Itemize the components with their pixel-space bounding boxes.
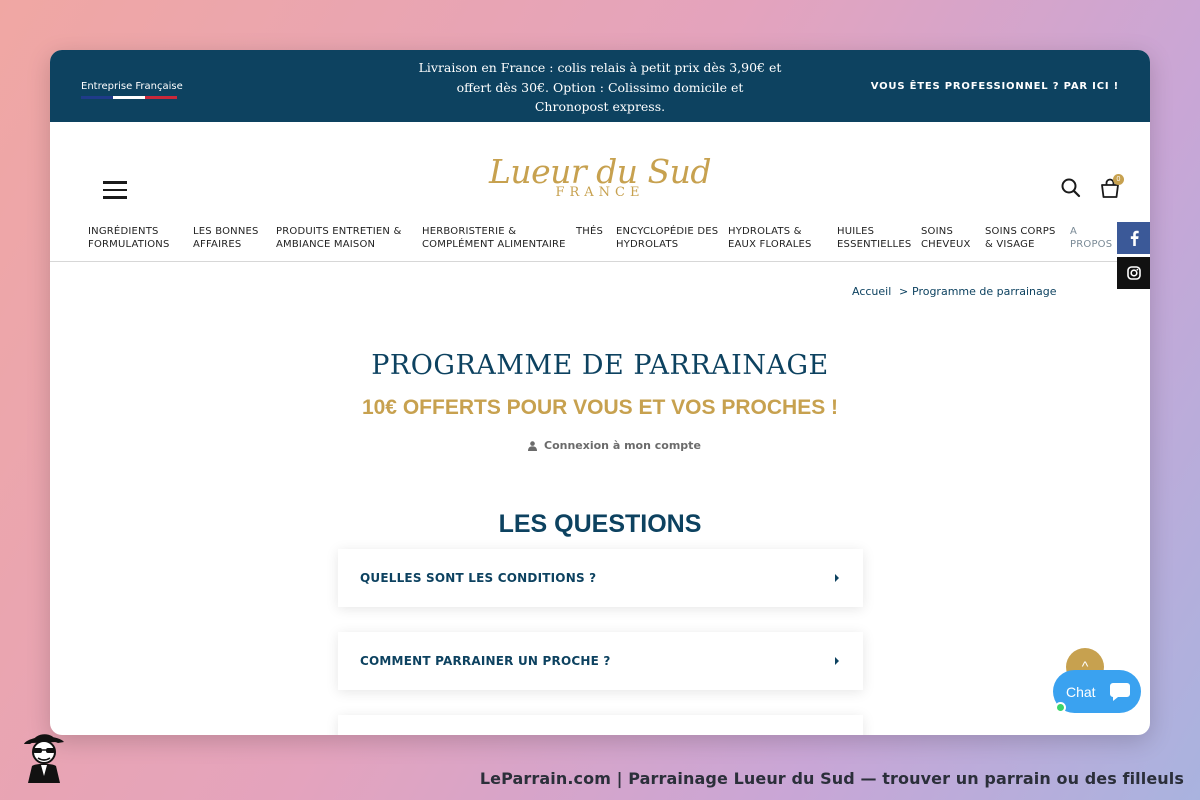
shipping-promo-text: Livraison en France : colis relais à pet… [410, 58, 790, 117]
faq-item-partial[interactable] [338, 715, 863, 735]
breadcrumb-home[interactable]: Accueil [852, 285, 891, 298]
nav-item-bonnes-affaires[interactable]: LES BONNES AFFAIRES [193, 226, 259, 251]
cart-count-badge: 0 [1113, 174, 1124, 185]
pro-link[interactable]: VOUS ÊTES PROFESSIONNEL ? PAR ICI ! [871, 81, 1119, 92]
page-subtitle: 10€ OFFERTS POUR VOUS ET VOS PROCHES ! [361, 396, 839, 419]
site-header: Lueur du Sud FRANCE 0 INGRÉDIENTS FORMULA… [50, 122, 1150, 262]
logo-sub: FRANCE [555, 185, 645, 200]
main-navigation: INGRÉDIENTS FORMULATIONS LES BONNES AFFAIR… [50, 226, 1150, 258]
login-label: Connexion à mon compte [544, 439, 701, 452]
leparrain-mascot-icon [18, 728, 70, 784]
page-caption: LeParrain.com | Parrainage Lueur du Sud … [479, 769, 1184, 788]
promo-line-1: Livraison en France : colis relais à pet… [418, 60, 782, 75]
breadcrumb-separator: > [899, 285, 909, 298]
nav-item-hydrolats[interactable]: HYDROLATS & EAUX FLORALES [728, 226, 812, 251]
faq-question: QUELLES SONT LES CONDITIONS ? [360, 571, 597, 585]
nav-item-soins-corps[interactable]: SOINS CORPS & VISAGE [985, 226, 1056, 251]
nav-item-ingredients[interactable]: INGRÉDIENTS FORMULATIONS [88, 226, 170, 251]
page-title: PROGRAMME DE PARRAINAGE [371, 350, 829, 381]
promo-line-3: Chronopost express. [534, 99, 666, 114]
nav-item-encyclopedie[interactable]: ENCYCLOPÉDIE DES HYDROLATS [616, 226, 718, 251]
caret-right-icon [835, 574, 839, 582]
faq-item-conditions[interactable]: QUELLES SONT LES CONDITIONS ? [338, 549, 863, 607]
facebook-icon[interactable] [1117, 222, 1150, 254]
nav-item-produits-entretien[interactable]: PRODUITS ENTRETIEN & AMBIANCE MAISON [276, 226, 401, 251]
nav-item-thes[interactable]: THÉS [576, 226, 603, 239]
chat-label: Chat [1066, 684, 1096, 700]
instagram-icon[interactable] [1117, 257, 1150, 289]
top-announcement-bar: Entreprise Française Livraison en France… [50, 50, 1150, 122]
nav-item-huiles-essentielles[interactable]: HUILES ESSENTIELLES [837, 226, 911, 251]
questions-title: LES QUESTIONS [498, 510, 702, 538]
breadcrumb-current: Programme de parrainage [912, 285, 1057, 298]
promo-line-2: offert dès 30€. Option : Colissimo domic… [456, 79, 744, 95]
nav-item-a-propos[interactable]: A PROPOS [1070, 226, 1112, 251]
online-status-dot [1055, 702, 1066, 713]
chat-bubble-icon [1109, 682, 1131, 707]
french-flag-stripe [81, 96, 177, 99]
faq-question: COMMENT PARRAINER UN PROCHE ? [360, 654, 611, 668]
hamburger-menu-icon[interactable] [103, 181, 127, 199]
chat-widget-button[interactable]: Chat [1053, 670, 1141, 713]
company-label: Entreprise Française [81, 81, 183, 92]
site-logo[interactable]: Lueur du Sud FRANCE [488, 152, 712, 208]
nav-item-herboristerie[interactable]: HERBORISTERIE & COMPLÉMENT ALIMENTAIRE [422, 226, 566, 251]
nav-item-soins-cheveux[interactable]: SOINS CHEVEUX [921, 226, 971, 251]
user-icon [528, 440, 537, 451]
caret-right-icon [835, 657, 839, 665]
search-icon[interactable] [1060, 177, 1082, 199]
login-link[interactable]: Connexion à mon compte [528, 439, 701, 452]
faq-item-parrainer[interactable]: COMMENT PARRAINER UN PROCHE ? [338, 632, 863, 690]
shopping-bag-icon[interactable]: 0 [1099, 174, 1124, 201]
browser-window: Entreprise Française Livraison en France… [50, 50, 1150, 735]
